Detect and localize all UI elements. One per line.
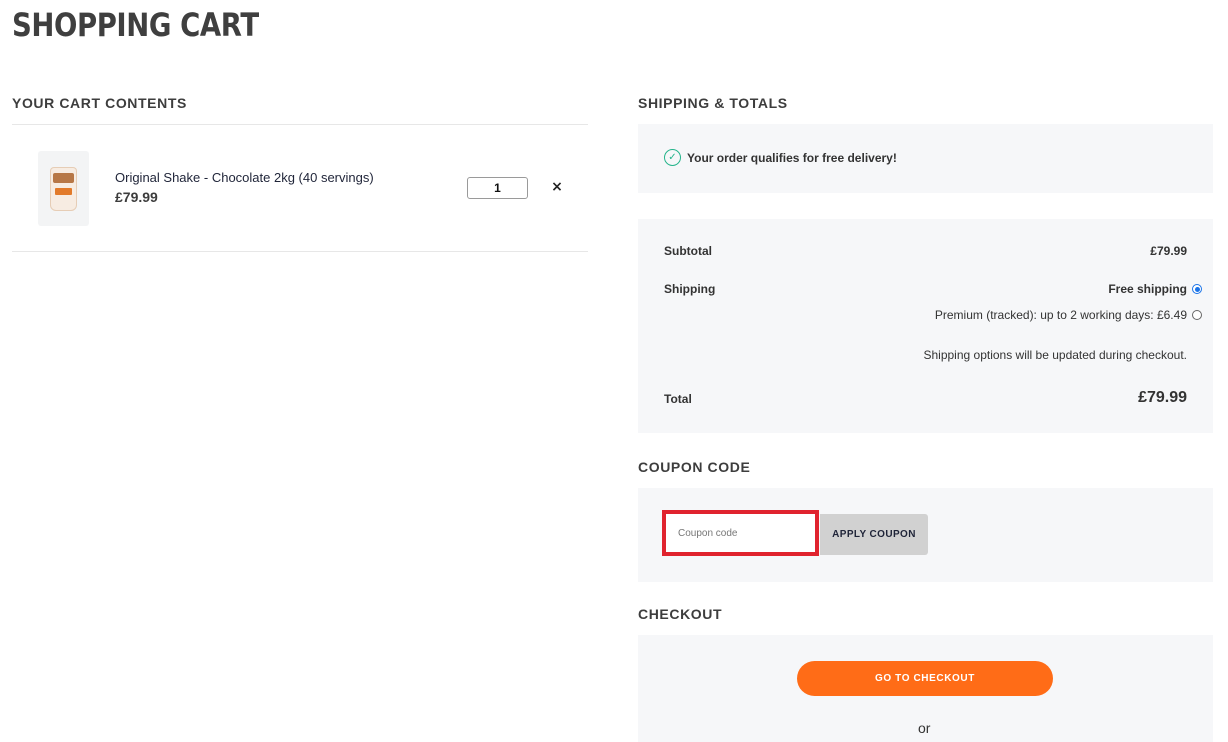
checkout-heading: CHECKOUT [638,606,723,622]
cart-divider-bottom [12,251,588,252]
coupon-heading: COUPON CODE [638,459,751,475]
coupon-code-input[interactable] [662,510,819,556]
shipping-totals-heading: SHIPPING & TOTALS [638,95,788,111]
totals-panel [638,219,1213,433]
or-separator: or [918,720,931,736]
free-delivery-notice: ✓ Your order qualifies for free delivery… [664,149,897,166]
total-value: £79.99 [1138,389,1187,406]
cart-divider-top [12,124,588,125]
product-price: £79.99 [115,189,158,205]
subtotal-value: £79.99 [1150,244,1187,258]
subtotal-label: Subtotal [664,244,712,258]
free-delivery-message: Your order qualifies for free delivery! [687,150,897,165]
shipping-option-free[interactable]: Free shipping [1108,282,1202,296]
check-circle-icon: ✓ [664,149,681,166]
remove-item-button[interactable]: × [550,179,564,195]
apply-coupon-button[interactable]: APPLY COUPON [820,514,928,555]
shipping-option-free-label: Free shipping [1108,282,1187,296]
cart-contents-heading: YOUR CART CONTENTS [12,95,187,111]
shipping-option-premium[interactable]: Premium (tracked): up to 2 working days:… [935,308,1202,322]
product-thumbnail[interactable] [38,151,89,226]
shipping-label: Shipping [664,282,716,296]
total-label: Total [664,392,692,406]
shipping-note: Shipping options will be updated during … [923,348,1187,362]
go-to-checkout-button[interactable]: GO TO CHECKOUT [797,661,1053,696]
shipping-option-premium-label: Premium (tracked): up to 2 working days:… [934,308,1187,322]
shipping-radio-premium[interactable] [1192,310,1202,320]
quantity-input[interactable] [467,177,528,199]
product-name-link[interactable]: Original Shake - Chocolate 2kg (40 servi… [115,170,374,185]
shipping-radio-free[interactable] [1192,284,1202,294]
product-pouch-icon [50,166,77,211]
page-title: SHOPPING CART [12,6,259,44]
